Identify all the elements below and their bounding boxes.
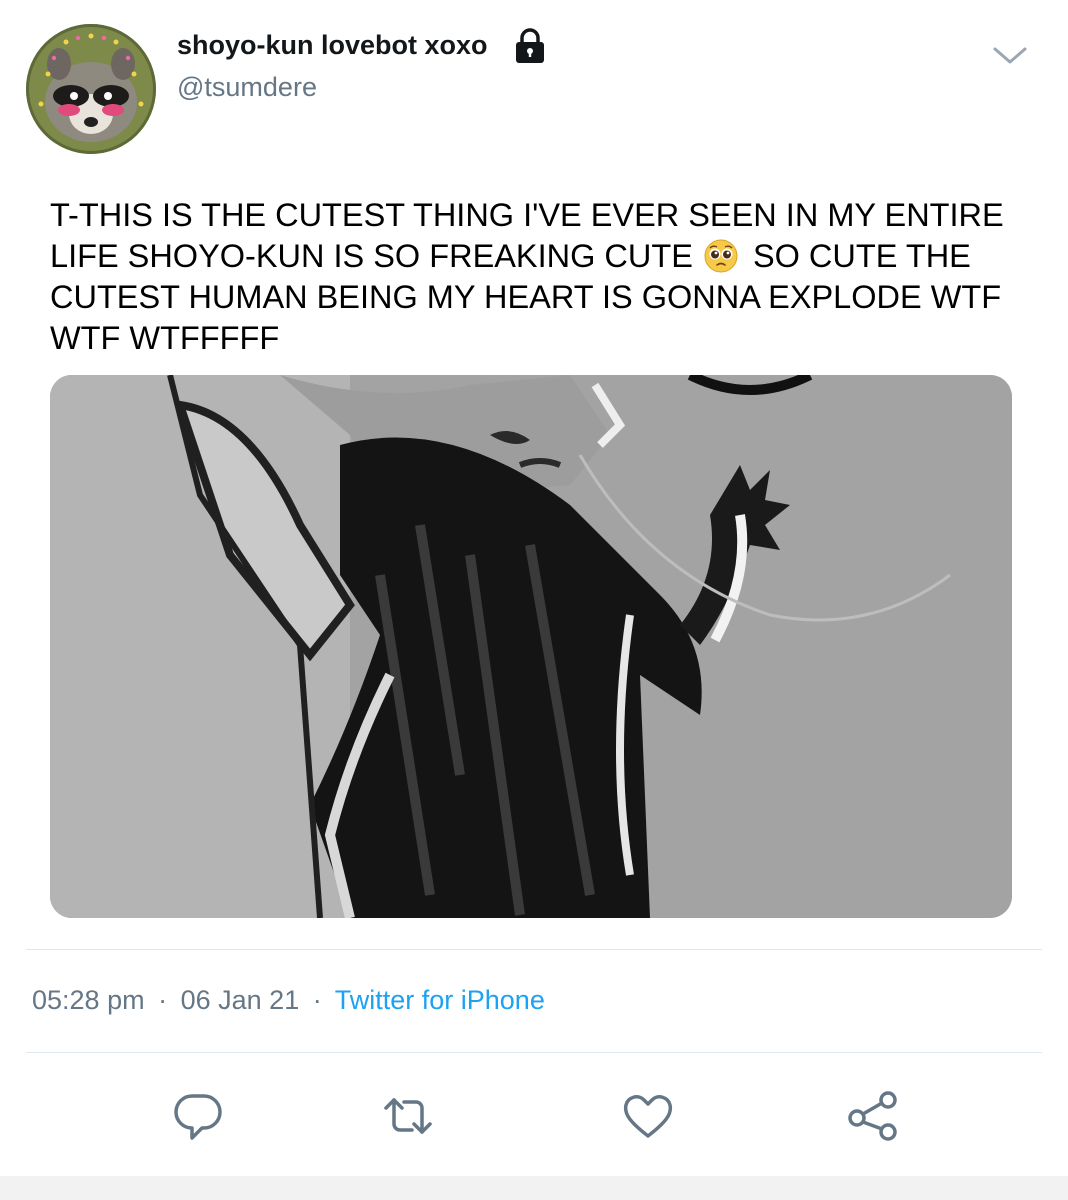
tweet-time[interactable]: 05:28 pm	[32, 985, 145, 1015]
display-name[interactable]: shoyo-kun lovebot xoxo	[177, 30, 488, 61]
divider-bottom	[26, 1052, 1042, 1053]
divider-top	[26, 949, 1042, 950]
tweet-meta: 05:28 pm · 06 Jan 21 · Twitter for iPhon…	[32, 985, 545, 1016]
retweet-icon[interactable]	[380, 1088, 436, 1144]
meta-separator: ·	[158, 985, 168, 1015]
meta-separator: ·	[312, 985, 322, 1015]
avatar[interactable]	[26, 24, 156, 154]
pleading-face-emoji	[704, 239, 738, 273]
share-icon[interactable]	[845, 1088, 901, 1144]
bottom-bar	[0, 1176, 1068, 1200]
lock-icon	[516, 28, 544, 63]
raccoon-avatar-image	[26, 24, 156, 154]
grayscale-manga-illustration	[50, 375, 1012, 918]
like-icon[interactable]	[620, 1088, 676, 1144]
tweet-date[interactable]: 06 Jan 21	[181, 985, 300, 1015]
tweet-text: T-THIS IS THE CUTEST THING I'VE EVER SEE…	[50, 195, 1030, 359]
tweet-media[interactable]	[50, 375, 1012, 918]
tweet-source-link[interactable]: Twitter for iPhone	[335, 985, 545, 1015]
handle[interactable]: @tsumdere	[177, 72, 317, 103]
chevron-down-icon[interactable]	[990, 40, 1030, 70]
reply-icon[interactable]	[170, 1088, 226, 1144]
